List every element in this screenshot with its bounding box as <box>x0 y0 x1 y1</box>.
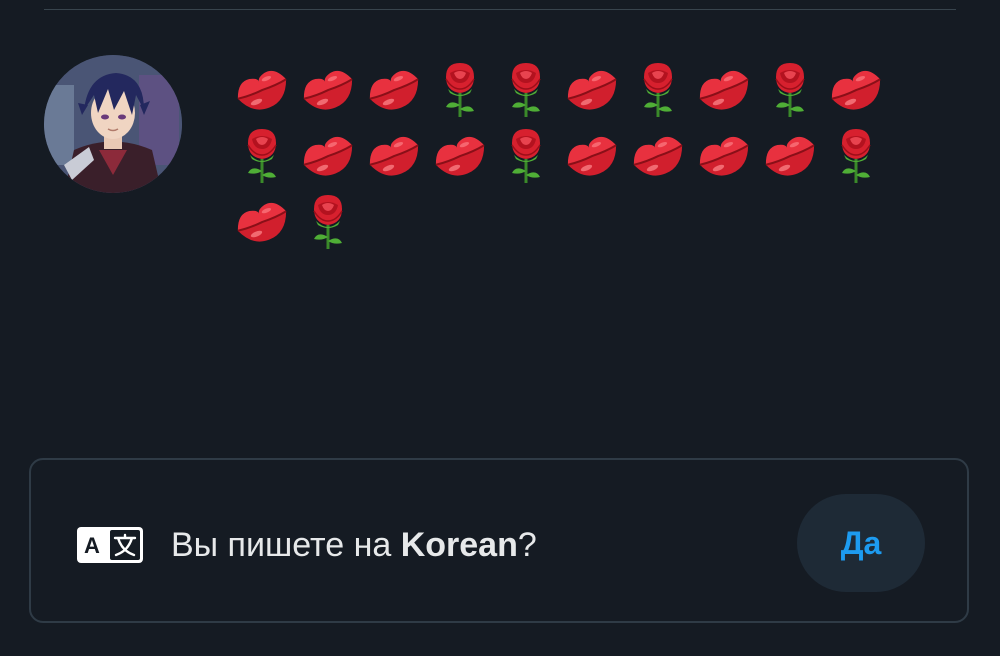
kiss-mark-icon <box>361 56 427 122</box>
question-prefix: Вы пишете на <box>171 526 401 564</box>
kiss-mark-icon <box>427 122 493 188</box>
kiss-mark-icon <box>625 122 691 188</box>
rose-icon <box>493 56 559 122</box>
avatar-image <box>44 55 182 193</box>
kiss-mark-icon <box>295 122 361 188</box>
rose-icon <box>625 56 691 122</box>
kiss-mark-icon <box>823 56 889 122</box>
emoji-message <box>229 56 909 254</box>
rose-icon <box>295 188 361 254</box>
kiss-mark-icon <box>229 56 295 122</box>
detected-language: Korean <box>400 526 518 564</box>
rose-icon <box>757 56 823 122</box>
kiss-mark-icon <box>757 122 823 188</box>
rose-icon <box>229 122 295 188</box>
svg-text:A: A <box>84 533 100 558</box>
top-divider <box>44 9 956 10</box>
kiss-mark-icon <box>559 56 625 122</box>
rose-icon <box>427 56 493 122</box>
yes-button[interactable]: Да <box>797 494 925 592</box>
rose-icon <box>823 122 889 188</box>
question-suffix: ? <box>517 526 537 564</box>
kiss-mark-icon <box>361 122 427 188</box>
translate-icon: A <box>77 527 143 563</box>
kiss-mark-icon <box>229 188 295 254</box>
rose-icon <box>493 122 559 188</box>
kiss-mark-icon <box>691 56 757 122</box>
kiss-mark-icon <box>559 122 625 188</box>
language-detection-prompt: A Вы пишете на Korean? Да <box>29 458 969 623</box>
kiss-mark-icon <box>295 56 361 122</box>
kiss-mark-icon <box>691 122 757 188</box>
language-question: Вы пишете на Korean? <box>171 524 537 566</box>
avatar[interactable] <box>44 55 182 193</box>
